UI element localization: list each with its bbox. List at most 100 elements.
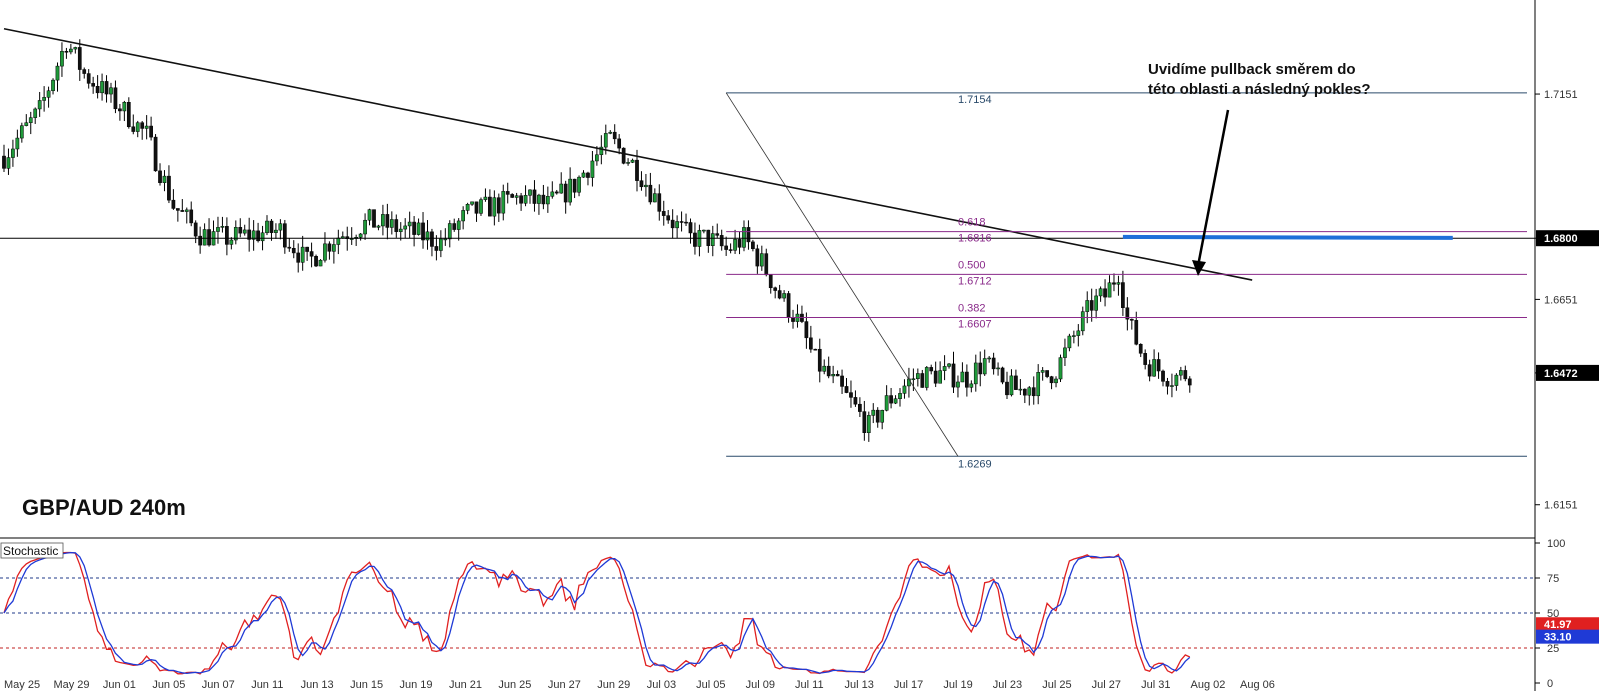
candle-body: [880, 410, 885, 423]
stoch-k-tag: 41.97: [1544, 619, 1572, 631]
candle-body: [884, 395, 889, 411]
date-label: Jul 27: [1092, 679, 1121, 691]
date-label: Jun 21: [449, 679, 482, 691]
candle-body: [470, 201, 474, 205]
candle-body: [220, 226, 225, 228]
candle-body: [510, 194, 515, 198]
candle-body: [385, 214, 390, 228]
candle-body: [73, 47, 78, 50]
candle-body: [947, 363, 951, 367]
candle-body: [1031, 387, 1036, 397]
candle-body: [991, 357, 996, 370]
candle-body: [118, 108, 122, 112]
candle-body: [871, 409, 876, 416]
candle-body: [545, 196, 550, 205]
candle-body: [260, 232, 265, 242]
candle-body: [652, 193, 657, 203]
candle-body: [456, 220, 461, 230]
candle-body: [1187, 378, 1192, 386]
candle-body: [113, 87, 118, 110]
candle-body: [1058, 357, 1063, 380]
candle-body: [804, 321, 809, 339]
candle-body: [1178, 370, 1183, 376]
date-label: Aug 02: [1191, 679, 1226, 691]
candle-body: [24, 122, 29, 126]
candle-body: [759, 253, 764, 267]
candle-body: [702, 229, 706, 232]
candle-body: [1072, 335, 1076, 337]
candle-body: [305, 246, 309, 252]
candle-body: [11, 148, 15, 158]
candle-body: [586, 172, 590, 178]
candle-body: [768, 274, 773, 289]
candle-body: [915, 373, 920, 380]
candle-body: [394, 219, 399, 232]
candle-body: [528, 189, 532, 196]
candle-body: [840, 375, 844, 387]
candle-body: [1094, 295, 1098, 311]
candle-body: [648, 184, 653, 203]
candle-body: [131, 126, 136, 132]
date-label: May 25: [4, 679, 40, 691]
candle-body: [1134, 320, 1139, 345]
candle-body: [403, 225, 408, 230]
candle-body: [1107, 282, 1112, 298]
candle-body: [559, 183, 564, 194]
candle-body: [95, 86, 100, 94]
candle-body: [960, 371, 965, 383]
candle-body: [82, 69, 87, 74]
candle-body: [439, 238, 443, 251]
candle-body: [679, 221, 684, 223]
candle-body: [675, 221, 679, 229]
candle-body: [1165, 381, 1170, 387]
candle-body: [1112, 282, 1116, 285]
candle-body: [595, 154, 599, 162]
candle-body: [327, 243, 332, 252]
candle-body: [189, 209, 194, 224]
candle-body: [278, 223, 283, 231]
candle-body: [782, 293, 786, 299]
candle-body: [719, 235, 724, 247]
date-label: Jun 07: [202, 679, 235, 691]
candle-body: [465, 204, 470, 211]
candle-body: [1049, 376, 1054, 384]
candle-body: [1045, 370, 1049, 377]
candle-body: [229, 239, 234, 245]
candle-body: [737, 239, 742, 248]
candle-body: [835, 374, 840, 377]
candle-body: [332, 244, 336, 252]
candle-body: [109, 87, 113, 95]
candle-body: [389, 219, 394, 228]
candle-body: [951, 363, 956, 388]
candle-body: [554, 191, 559, 194]
fib-price-label: 1.6816: [958, 233, 992, 245]
fib-price-label: 1.6607: [958, 318, 992, 330]
candle-body: [755, 248, 760, 267]
candle-body: [1121, 282, 1125, 308]
date-label: Jul 31: [1141, 679, 1170, 691]
fib-price-label: 1.6712: [958, 275, 992, 287]
stoch-tick-label: 75: [1547, 573, 1559, 585]
candle-body: [1076, 330, 1081, 336]
candle-body: [764, 253, 769, 276]
candle-body: [238, 227, 243, 234]
candle-body: [817, 348, 822, 372]
fib-ratio-label: 0.500: [958, 259, 986, 271]
candle-body: [1040, 370, 1045, 373]
candle-body: [167, 175, 171, 201]
candle-body: [242, 229, 247, 234]
candle-body: [657, 193, 662, 212]
candle-body: [742, 227, 746, 248]
candle-body: [1170, 385, 1174, 387]
candle-body: [198, 235, 202, 246]
candle-body: [412, 221, 416, 235]
candle-body: [889, 395, 893, 404]
candle-body: [612, 131, 617, 140]
candle-body: [1098, 288, 1103, 297]
chart-background: [0, 0, 1599, 691]
candle-body: [1063, 347, 1067, 358]
candle-body: [809, 337, 813, 350]
candle-body: [875, 409, 880, 423]
candle-body: [844, 386, 849, 393]
candle-body: [225, 226, 229, 245]
